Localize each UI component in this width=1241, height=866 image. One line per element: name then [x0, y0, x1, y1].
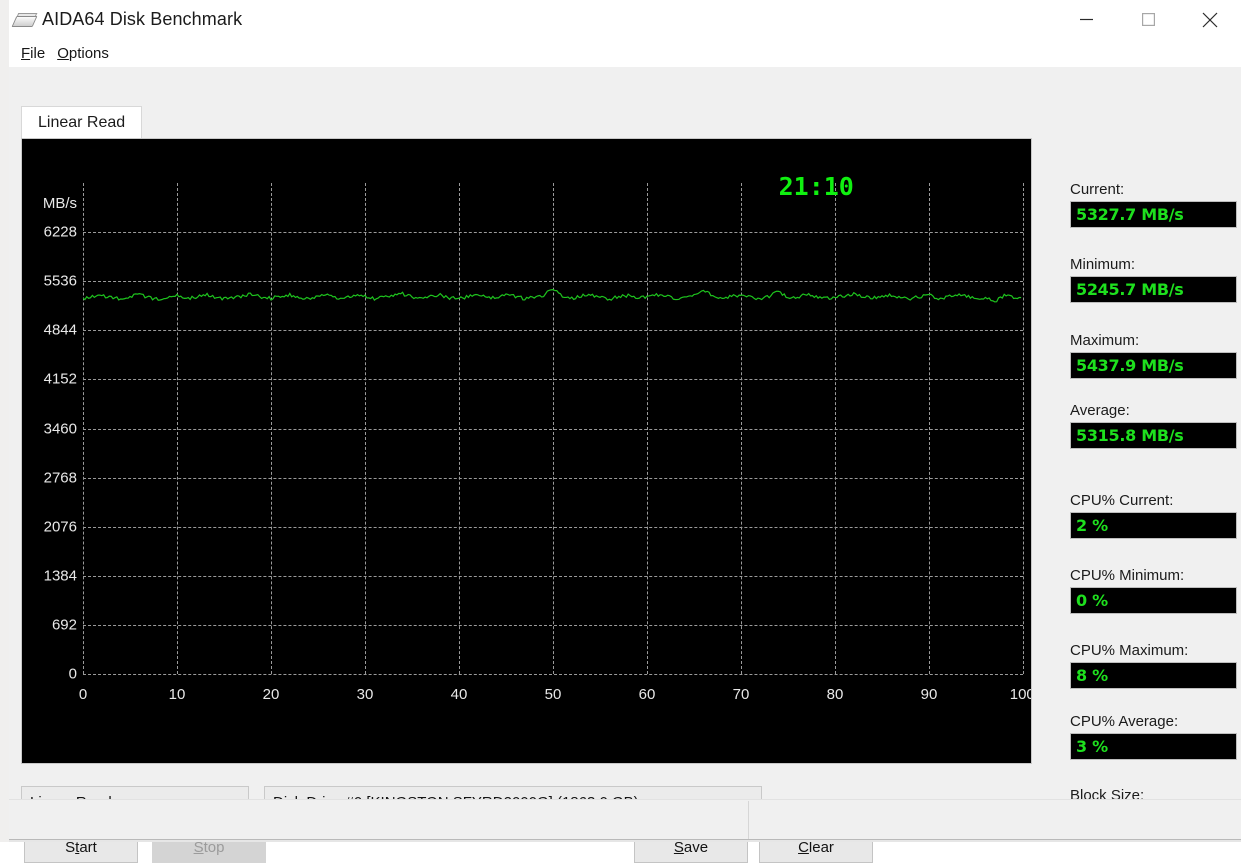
x-axis-tick-label: 50: [544, 686, 562, 703]
menu-options-accel: O: [57, 44, 69, 62]
stat-current-label: Current:: [1070, 181, 1125, 198]
content-area: Linear Read MB/s 6228 5536 4844 4152 3460 2768…: [9, 67, 1241, 863]
stat-average-label: Average:: [1070, 402, 1130, 419]
stat-cpu-maximum-label: CPU% Maximum:: [1070, 642, 1189, 659]
y-axis-tick-label: 2076: [43, 518, 77, 536]
chart-inner: MB/s 6228 5536 4844 4152 3460 2768 2076 1384 692 0…: [22, 139, 1031, 763]
y-axis-tick-label: 3460: [43, 420, 77, 437]
menu-options-rest: ptions: [68, 44, 109, 62]
gridline-horizontal: [83, 674, 1023, 675]
x-axis-tick-label: 40: [450, 686, 468, 703]
benchmark-chart: MB/s 6228 5536 4844 4152 3460 2768 2076 1384 692 0…: [21, 138, 1032, 764]
y-axis-tick-label: 0: [68, 665, 77, 683]
maximize-button[interactable]: [1117, 0, 1179, 39]
x-axis-tick-label: 30: [356, 686, 374, 703]
status-cell-right: [749, 801, 1241, 839]
x-axis-tick-label: 100 %: [1009, 686, 1031, 703]
close-button[interactable]: [1179, 0, 1241, 39]
window-title: AIDA64 Disk Benchmark: [42, 9, 243, 29]
stat-minimum-value: 5245.7 MB/s: [1070, 276, 1237, 303]
title-bar: AIDA64 Disk Benchmark: [9, 0, 1241, 39]
stat-cpu-current-label: CPU% Current:: [1070, 492, 1174, 509]
y-axis-unit-label: MB/s: [42, 195, 77, 213]
stat-cpu-average: CPU% Average: 3 %: [1070, 713, 1237, 760]
stat-minimum-label: Minimum:: [1070, 256, 1136, 273]
menu-options[interactable]: Options: [54, 43, 118, 64]
y-axis-tick-label: 4152: [43, 370, 77, 388]
tab-strip: Linear Read: [21, 106, 1032, 139]
x-axis-tick-label: 70: [732, 686, 750, 703]
throughput-trace: [83, 183, 1023, 674]
x-axis-tick-label: 10: [168, 686, 186, 703]
x-axis-tick-label: 80: [826, 686, 844, 703]
stat-cpu-average-value: 3 %: [1070, 733, 1237, 760]
y-axis-labels: MB/s 6228 5536 4844 4152 3460 2768 2076 1384 692 0: [22, 139, 77, 763]
stat-average: Average: 5315.8 MB/s: [1070, 402, 1237, 449]
stat-cpu-maximum-value: 8 %: [1070, 662, 1237, 689]
tab-linear-read[interactable]: Linear Read: [21, 106, 143, 138]
stat-current-value: 5327.7 MB/s: [1070, 201, 1237, 228]
trace-line: [83, 290, 1021, 302]
stat-cpu-current-value: 2 %: [1070, 512, 1237, 539]
gridline-vertical: [1023, 183, 1024, 674]
tab-linear-read-label: Linear Read: [38, 113, 126, 131]
x-axis-tick-label: 20: [262, 686, 280, 703]
y-axis-tick-label: 5536: [43, 272, 77, 290]
y-axis-tick-label: 6228: [43, 223, 77, 241]
x-axis-tick-label: 60: [638, 686, 656, 703]
stat-average-value: 5315.8 MB/s: [1070, 422, 1237, 449]
menu-file-accel: F: [21, 44, 31, 62]
stat-maximum: Maximum: 5437.9 MB/s: [1070, 332, 1237, 379]
menu-bar: File Options: [9, 39, 1241, 67]
elapsed-timer: 21:10: [778, 172, 854, 201]
minimize-button[interactable]: [1055, 0, 1117, 39]
stat-minimum: Minimum: 5245.7 MB/s: [1070, 256, 1237, 303]
x-axis-tick-label: 90: [920, 686, 938, 703]
y-axis-tick-label: 692: [51, 616, 77, 634]
stats-sidebar: Current: 5327.7 MB/s Minimum: 5245.7 MB/s Ma…: [1055, 106, 1241, 866]
status-bar: [9, 799, 1241, 842]
menu-file-rest: ile: [30, 44, 46, 62]
y-axis-tick-label: 1384: [43, 567, 77, 585]
status-cell-left: [9, 801, 749, 839]
stat-cpu-current: CPU% Current: 2 %: [1070, 492, 1237, 539]
stat-maximum-value: 5437.9 MB/s: [1070, 352, 1237, 379]
stat-cpu-minimum-value: 0 %: [1070, 587, 1237, 614]
x-axis-tick-label: 0: [78, 686, 88, 703]
y-axis-tick-label: 2768: [43, 469, 77, 487]
stat-current: Current: 5327.7 MB/s: [1070, 181, 1237, 228]
window-controls: [1055, 0, 1241, 39]
y-axis-tick-label: 4844: [43, 321, 77, 339]
stat-cpu-average-label: CPU% Average:: [1070, 713, 1179, 730]
aida64-disk-benchmark-window: AIDA64 Disk Benchmark File Options Linea…: [9, 0, 1241, 863]
menu-file[interactable]: File: [18, 43, 54, 64]
stat-cpu-maximum: CPU% Maximum: 8 %: [1070, 642, 1237, 689]
stat-maximum-label: Maximum:: [1070, 332, 1140, 349]
hard-disk-icon: [11, 10, 38, 30]
stat-cpu-minimum: CPU% Minimum: 0 %: [1070, 567, 1237, 614]
stat-cpu-minimum-label: CPU% Minimum:: [1070, 567, 1185, 584]
